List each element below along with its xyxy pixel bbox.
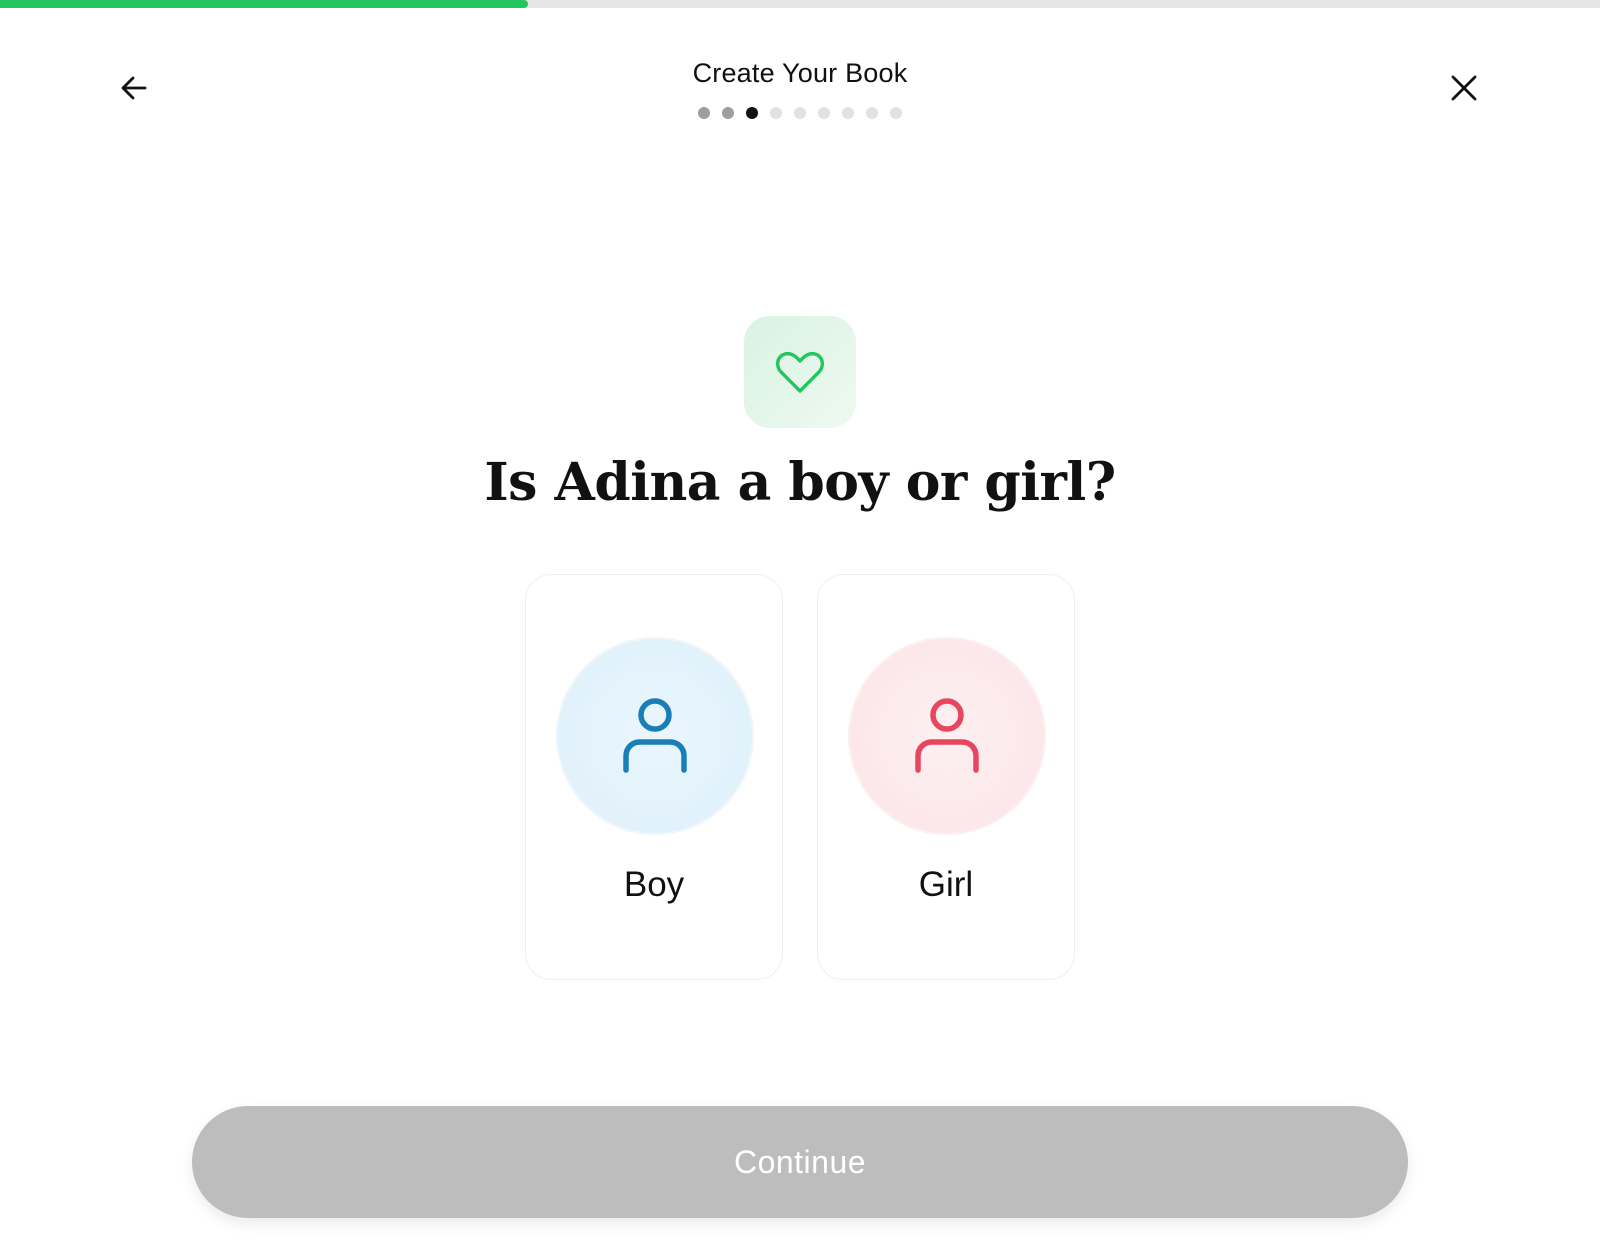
step-dot (770, 107, 782, 119)
boy-avatar (558, 639, 752, 833)
close-icon (1451, 75, 1477, 101)
close-button[interactable] (1442, 66, 1486, 110)
question-heading: Is Adina a boy or girl? (484, 452, 1116, 513)
heart-icon (775, 351, 825, 393)
step-dot (866, 107, 878, 119)
person-icon (915, 698, 979, 773)
step-dot (818, 107, 830, 119)
page-title: Create Your Book (692, 58, 908, 88)
step-dot (746, 107, 758, 119)
girl-avatar (850, 639, 1044, 833)
option-girl-card[interactable]: Girl (817, 574, 1075, 980)
step-indicator (0, 107, 1600, 119)
continue-button[interactable]: Continue (192, 1106, 1408, 1218)
step-dot (722, 107, 734, 119)
step-dot (842, 107, 854, 119)
step-dot (890, 107, 902, 119)
progress-bar-fill (0, 0, 528, 8)
hero-icon-tile (744, 316, 856, 428)
option-girl-label: Girl (918, 865, 974, 904)
create-book-page: Create Your Book Is Adina a boy or girl?… (0, 0, 1600, 1257)
step-dot (794, 107, 806, 119)
option-boy-card[interactable]: Boy (525, 574, 783, 980)
progress-bar (0, 0, 1600, 8)
option-boy-label: Boy (623, 865, 685, 904)
step-dot (698, 107, 710, 119)
person-icon (623, 698, 687, 773)
